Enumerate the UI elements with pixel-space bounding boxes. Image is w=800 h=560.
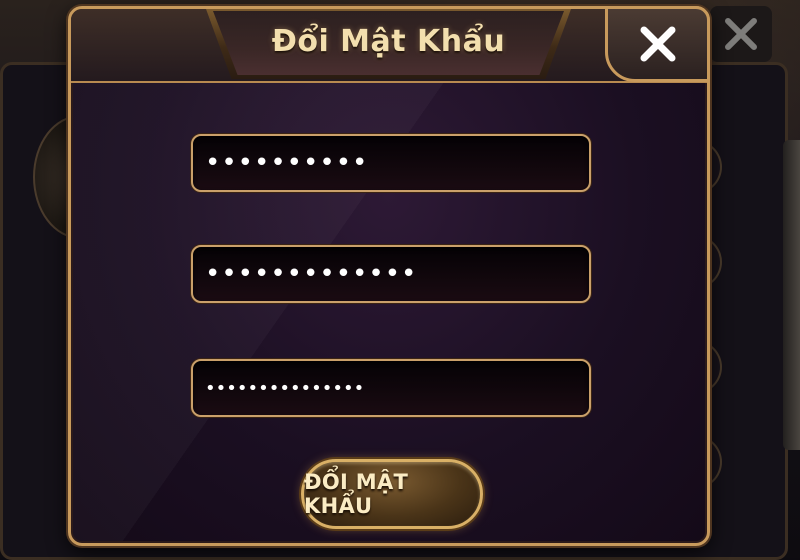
background-close-button xyxy=(710,6,772,62)
close-button[interactable] xyxy=(605,6,710,82)
current-password-input[interactable] xyxy=(205,148,577,178)
change-password-button-label: ĐỔI MẬT KHẨU xyxy=(304,470,409,518)
title-plate-inner: Đổi Mật Khẩu xyxy=(213,11,564,75)
change-password-button[interactable]: ĐỔI MẬT KHẨU xyxy=(301,459,483,529)
current-password-field[interactable] xyxy=(191,134,591,192)
background-side-panel xyxy=(783,140,800,450)
new-password-field[interactable] xyxy=(191,245,591,303)
change-password-dialog: Đổi Mật Khẩu ĐỔI MẬT KHẨU xyxy=(68,6,710,546)
confirm-password-field[interactable] xyxy=(191,359,591,417)
dialog-title: Đổi Mật Khẩu xyxy=(271,23,506,59)
close-icon xyxy=(640,26,675,62)
new-password-input[interactable] xyxy=(205,259,577,289)
confirm-password-input[interactable] xyxy=(205,377,577,399)
close-icon xyxy=(725,18,757,50)
